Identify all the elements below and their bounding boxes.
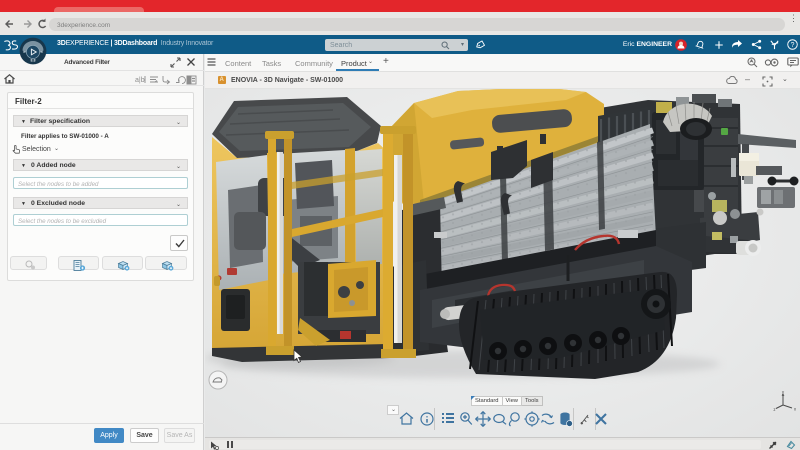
svg-text:a|b: a|b (135, 77, 145, 84)
svg-text:y: y (782, 391, 785, 395)
svg-text:8.8: 8.8 (31, 59, 36, 63)
svg-text:z: z (773, 407, 776, 412)
svg-text:x: x (794, 407, 797, 412)
svg-text:?: ? (791, 42, 795, 49)
